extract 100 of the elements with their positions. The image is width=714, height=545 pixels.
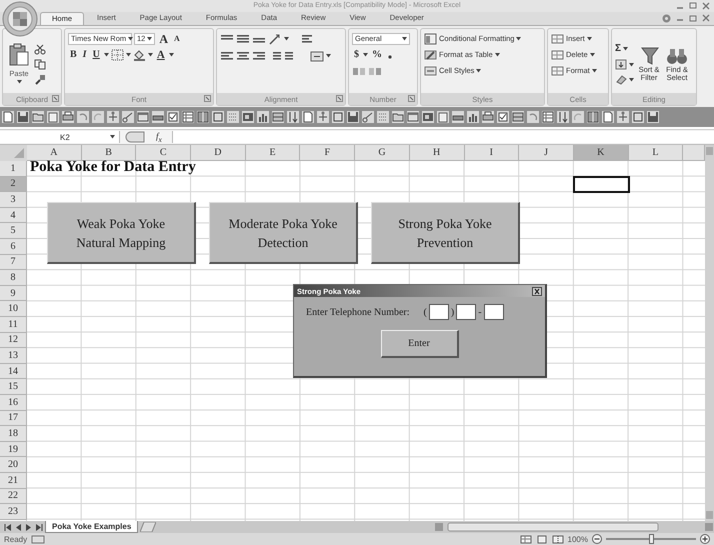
underline-button[interactable]: U [90,48,102,61]
row-header[interactable]: 10 [0,301,27,318]
caret-icon[interactable] [128,36,134,41]
column-header[interactable]: F [300,145,356,162]
dialog-launcher-icon[interactable] [204,95,211,102]
active-cell[interactable] [572,176,630,194]
columns-icon[interactable] [197,111,209,124]
caret-icon[interactable] [16,80,22,84]
next-sheet-icon[interactable] [24,522,33,532]
caret-icon[interactable] [590,52,595,57]
fill-button[interactable] [615,59,634,70]
restore-icon[interactable] [689,14,697,22]
insert-function-button[interactable]: f$_{x}$ [150,130,168,144]
fill-bucket-icon[interactable] [132,48,146,61]
row-header[interactable]: 20 [0,457,27,473]
dots-icon[interactable] [227,111,239,124]
dialog-launcher-icon[interactable] [336,95,343,102]
square-icon[interactable] [332,111,344,124]
page-layout-icon[interactable] [536,534,548,544]
caret-icon[interactable] [104,52,109,57]
folder-icon[interactable] [32,111,44,124]
row-header[interactable]: 13 [0,348,27,364]
row-header[interactable]: 22 [0,488,27,504]
formula-input[interactable] [172,131,714,144]
image-icon[interactable] [242,111,254,124]
normal-view-icon[interactable] [520,534,532,544]
caret-icon[interactable] [363,52,368,57]
row-header[interactable]: 17 [0,410,27,426]
row-header[interactable]: 23 [0,504,27,520]
row-header[interactable]: 7 [0,254,27,270]
window-icon[interactable] [407,111,419,124]
bar-icon[interactable] [452,111,464,124]
row-header[interactable]: 18 [0,426,27,442]
caret-icon[interactable] [110,135,115,140]
print-icon[interactable] [62,111,74,124]
copy-icon[interactable] [34,58,46,70]
grid-icon[interactable] [182,111,194,124]
column-header[interactable]: L [628,145,684,162]
macro-button[interactable]: Strong Poka Yoke Prevention [371,202,520,264]
row-header[interactable]: 2 [0,176,27,192]
column-header[interactable]: K [574,145,629,162]
scissors-icon[interactable] [362,111,374,124]
caret-icon[interactable] [586,36,592,41]
save-icon[interactable] [347,111,359,124]
line-number-field[interactable] [484,304,504,320]
checkbox-icon[interactable] [167,111,179,124]
previous-sheet-icon[interactable] [14,522,23,532]
macro-button[interactable]: Moderate Poka Yoke Detection [209,202,358,264]
orientation-icon[interactable] [268,32,282,46]
row-header[interactable]: 14 [0,364,27,380]
column-header[interactable]: I [464,145,520,162]
new-document-icon[interactable] [2,111,14,124]
merge-icon[interactable] [310,50,324,63]
column-header[interactable]: J [519,145,574,162]
close-icon[interactable] [532,286,542,296]
scissors-icon[interactable] [34,44,46,55]
last-sheet-icon[interactable] [34,522,43,532]
table-icon[interactable] [512,111,524,124]
square-icon[interactable] [632,111,644,124]
borders-icon[interactable] [110,48,124,61]
sort-icon[interactable] [557,111,569,124]
column-header[interactable]: C [136,145,192,162]
new-document-icon[interactable] [302,111,314,124]
caret-icon[interactable] [494,52,500,57]
square-icon[interactable] [212,111,224,124]
caret-icon[interactable] [147,36,152,41]
document-icon[interactable] [437,111,449,124]
chart-icon[interactable] [257,111,269,124]
caret-icon[interactable] [126,52,131,57]
sort-icon[interactable] [287,111,299,124]
column-header[interactable]: B [82,145,136,162]
macro-button[interactable]: Weak Poka Yoke Natural Mapping [47,202,196,264]
chart-icon[interactable] [467,111,479,124]
italic-button[interactable]: I [80,48,89,61]
grow-font-button[interactable]: A [157,32,170,45]
columns-icon[interactable] [587,111,599,124]
row-header[interactable]: 8 [0,270,27,286]
checkbox-icon[interactable] [497,111,509,124]
tree-icon[interactable] [317,111,329,124]
document-icon[interactable] [47,111,59,124]
folder-icon[interactable] [392,111,404,124]
scissors-icon[interactable] [122,111,134,124]
macro-record-icon[interactable] [31,534,46,544]
maximize-icon[interactable] [689,2,697,10]
caret-icon[interactable] [168,52,174,57]
row-header[interactable]: 16 [0,394,27,411]
clear-button[interactable] [615,74,634,86]
row-header[interactable]: 4 [0,208,27,224]
row-header[interactable]: 1 [0,161,27,177]
currency-button[interactable]: $ [352,48,361,61]
caret-icon[interactable] [402,36,407,41]
zoom-in-icon[interactable] [700,534,710,544]
column-header[interactable]: G [355,145,410,162]
row-header[interactable]: 19 [0,442,27,458]
print-icon[interactable] [482,111,494,124]
tree-icon[interactable] [107,111,119,124]
bar-icon[interactable] [152,111,164,124]
save-icon[interactable] [17,111,29,124]
caret-icon[interactable] [476,68,482,73]
dots-icon[interactable] [377,111,389,124]
